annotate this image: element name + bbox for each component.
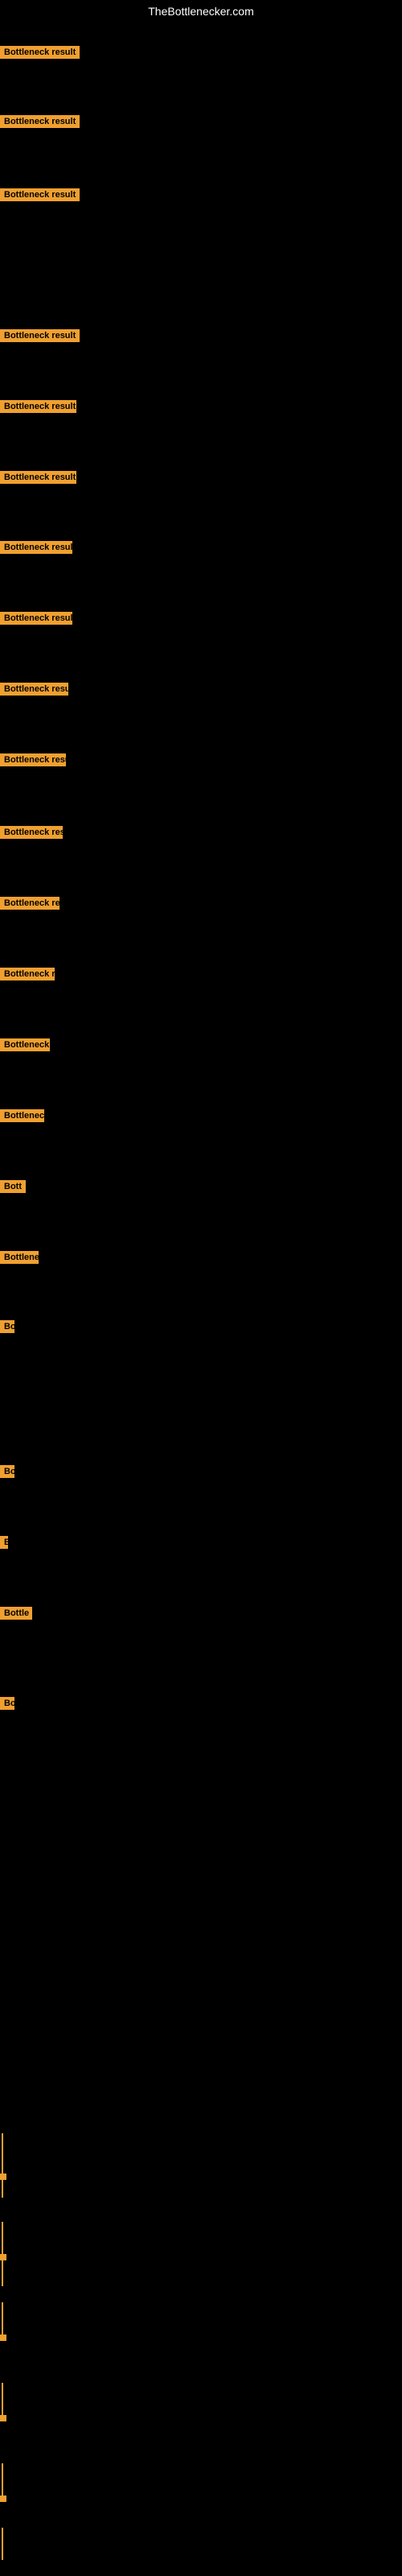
small-badge-4 <box>0 2496 6 2502</box>
bottleneck-badge-4: Bottleneck result <box>0 400 76 417</box>
bottleneck-badge-13: Bottleneck re <box>0 1038 50 1055</box>
vertical-line-3 <box>2 2383 3 2415</box>
bottleneck-badge-16: Bottlene <box>0 1251 39 1268</box>
bottleneck-badge-15: Bott <box>0 1180 26 1197</box>
small-badge-2 <box>0 2334 6 2341</box>
bottleneck-badge-1: Bottleneck result <box>0 115 80 132</box>
bottleneck-badge-9: Bottleneck result <box>0 753 66 770</box>
bottleneck-badge-20: Bottle <box>0 1607 32 1624</box>
bottleneck-badge-21: Bo <box>0 1697 14 1714</box>
bottleneck-badge-17: Bo <box>0 1320 14 1337</box>
bottleneck-badge-18: Bo <box>0 1465 14 1482</box>
vertical-line-4 <box>2 2463 3 2496</box>
small-badge-3 <box>0 2415 6 2421</box>
vertical-line-5 <box>2 2528 3 2560</box>
bottleneck-badge-10: Bottleneck res <box>0 826 63 843</box>
vertical-line-0 <box>2 2133 3 2198</box>
bottleneck-badge-6: Bottleneck result <box>0 541 72 558</box>
bottleneck-badge-5: Bottleneck result <box>0 471 76 488</box>
site-title: TheBottlenecker.com <box>0 0 402 23</box>
bottleneck-badge-8: Bottleneck result <box>0 683 68 700</box>
vertical-line-2 <box>2 2302 3 2334</box>
bottleneck-badge-14: Bottlenec <box>0 1109 44 1126</box>
bottleneck-badge-0: Bottleneck result <box>0 46 80 63</box>
bottleneck-badge-3: Bottleneck result <box>0 329 80 346</box>
small-badge-1 <box>0 2254 6 2260</box>
bottleneck-badge-7: Bottleneck result <box>0 612 72 629</box>
bottleneck-badge-19: B <box>0 1536 8 1553</box>
bottleneck-badge-11: Bottleneck res <box>0 897 59 914</box>
bottleneck-badge-2: Bottleneck result <box>0 188 80 205</box>
bottleneck-badge-12: Bottleneck res <box>0 968 55 985</box>
small-badge-0 <box>0 2174 6 2180</box>
